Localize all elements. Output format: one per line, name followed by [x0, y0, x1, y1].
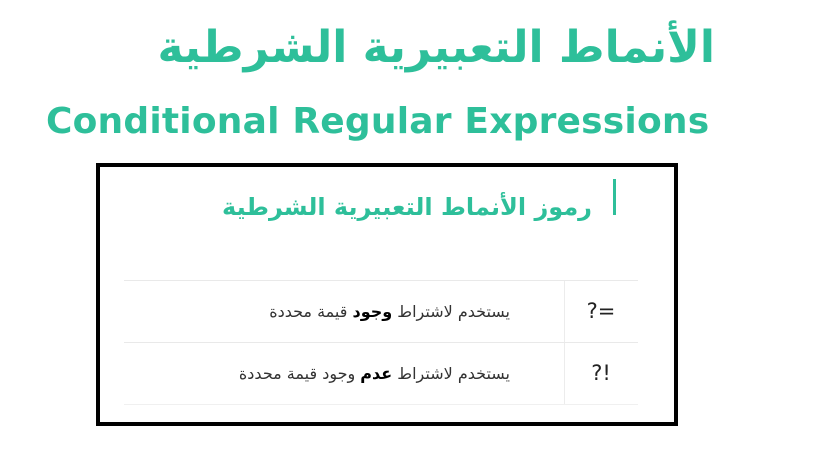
title-accent-bar: [613, 179, 616, 215]
description-text: يستخدم لاشتراط: [397, 302, 510, 321]
description-text: يستخدم لاشتراط: [397, 364, 510, 383]
symbols-table: ?= يستخدم لاشتراط وجود قيمة محددة ?! يست…: [124, 280, 638, 405]
description-emphasis: وجود: [352, 302, 393, 321]
english-title: Conditional Regular Expressions: [46, 101, 710, 142]
description-cell: يستخدم لاشتراط وجود قيمة محددة: [269, 281, 510, 342]
description-cell: يستخدم لاشتراط عدم وجود قيمة محددة: [239, 343, 510, 404]
arabic-title: الأنماط التعبيرية الشرطية: [157, 22, 715, 73]
description-text: قيمة محددة: [269, 302, 348, 321]
description-emphasis: عدم: [360, 364, 393, 383]
description-text: وجود قيمة محددة: [238, 364, 356, 383]
card-title: رموز الأنماط التعبيرية الشرطية: [222, 193, 592, 221]
symbol-cell: ?=: [586, 299, 616, 323]
symbols-card: رموز الأنماط التعبيرية الشرطية ?= يستخدم…: [96, 163, 678, 426]
symbol-cell: ?!: [591, 361, 611, 385]
table-row: ?= يستخدم لاشتراط وجود قيمة محددة: [124, 280, 638, 342]
table-row: ?! يستخدم لاشتراط عدم وجود قيمة محددة: [124, 342, 638, 405]
